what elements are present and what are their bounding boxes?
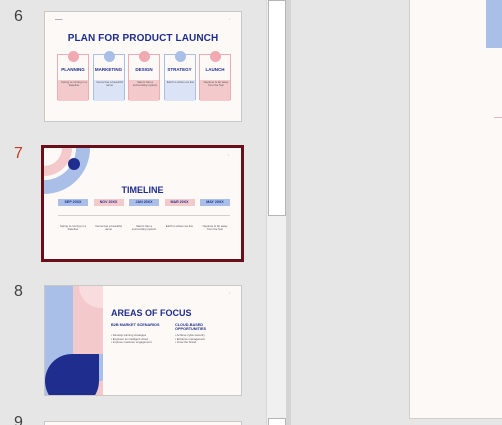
slide-thumbnail-8[interactable]: ▪ AREAS OF FOCUS B2B MARKET SCENARIOS CL… (44, 285, 242, 396)
timeline-text: Earth is where we live (165, 224, 194, 228)
timeline-month: JAN 20XX (129, 199, 159, 206)
card-text: Saturn has a surrounding system (132, 80, 158, 88)
card-label: STRATEGY (167, 67, 192, 72)
timeline-line (58, 215, 230, 216)
card-icon (68, 51, 79, 62)
slide-page-mark: ▪ (229, 18, 230, 21)
card-label: MARKETING (94, 67, 123, 72)
scrollbar-thumb-lower[interactable] (268, 418, 286, 425)
card-label: PLANNING (61, 67, 85, 72)
plan-card: LAUNCH Neptune is far away from the Sun (199, 51, 231, 101)
current-slide[interactable] (409, 0, 502, 419)
slide-thumbnail-pane[interactable]: 6 ▬▬▬ ▪ PLAN FOR PRODUCT LAUNCH PLANNING… (0, 0, 266, 425)
timeline-month: MAY 20XX (200, 199, 230, 206)
card-text: Spring is coming in a baseline (61, 80, 87, 88)
focus-bullet: • Grow the brand (175, 340, 197, 345)
slide-number-7: 7 (14, 145, 23, 162)
slide-number-8: 8 (14, 283, 23, 300)
col2-heading: CLOUD-BASED OPPORTUNITIES (175, 323, 207, 332)
slide-thumbnail-6[interactable]: ▬▬▬ ▪ PLAN FOR PRODUCT LAUNCH PLANNING Sp… (44, 11, 242, 122)
slide-page-mark: ▪ (228, 154, 229, 157)
slide-6-title: PLAN FOR PRODUCT LAUNCH (67, 33, 219, 44)
slide-thumbnail-9[interactable] (44, 421, 242, 425)
plan-card: PLANNING Spring is coming in a baseline (57, 51, 89, 101)
focus-bullet: • Improve customer engagement (111, 340, 152, 345)
card-text: Venus has a beautiful name (96, 80, 123, 88)
timeline-month: NOV 20XX (93, 199, 124, 206)
slide-blue-shape (486, 0, 502, 48)
plan-card: DESIGN Saturn has a surrounding system (128, 51, 160, 101)
focus-decoration (45, 286, 103, 395)
slide-page-mark: ▪ (229, 292, 230, 295)
plan-card: MARKETING Venus has a beautiful name (92, 51, 125, 101)
timeline-text: Spring is coming in a baseline (60, 224, 86, 232)
slide-editing-canvas[interactable] (291, 0, 502, 425)
slide-number-9: 9 (14, 414, 23, 425)
card-text: Earth is where we live (166, 80, 195, 84)
col1-heading: B2B MARKET SCENARIOS (111, 323, 160, 327)
card-icon (103, 51, 115, 62)
slide-header-mark: ▬▬▬ (55, 18, 63, 21)
slide-divider-line (494, 117, 502, 118)
card-label: LAUNCH (205, 67, 225, 72)
card-text: Neptune is far away from the Sun (203, 80, 229, 88)
thumbnail-scrollbar[interactable] (266, 0, 286, 425)
slide-8-title: AREAS OF FOCUS (111, 308, 192, 318)
slide-number-6: 6 (14, 8, 23, 25)
card-icon (139, 51, 150, 62)
timeline-text: Saturn has a surrounding system (131, 224, 157, 232)
plan-card: STRATEGY Earth is where we live (163, 51, 196, 101)
timeline-text: Venus has a beautiful name (95, 224, 122, 232)
timeline-text: Neptune is far away from the Sun (202, 224, 228, 232)
timeline-month: MAR 20XX (164, 199, 195, 206)
card-icon (174, 51, 186, 62)
timeline-month: SEP 20XX (58, 199, 88, 206)
card-icon (210, 51, 221, 62)
card-label: DESIGN (135, 67, 153, 72)
slide-thumbnail-7[interactable]: ▪ TIMELINE SEP 20XX Spring is coming in a… (41, 145, 244, 262)
scrollbar-thumb[interactable] (268, 0, 286, 216)
slide-7-title: TIMELINE (121, 185, 164, 195)
